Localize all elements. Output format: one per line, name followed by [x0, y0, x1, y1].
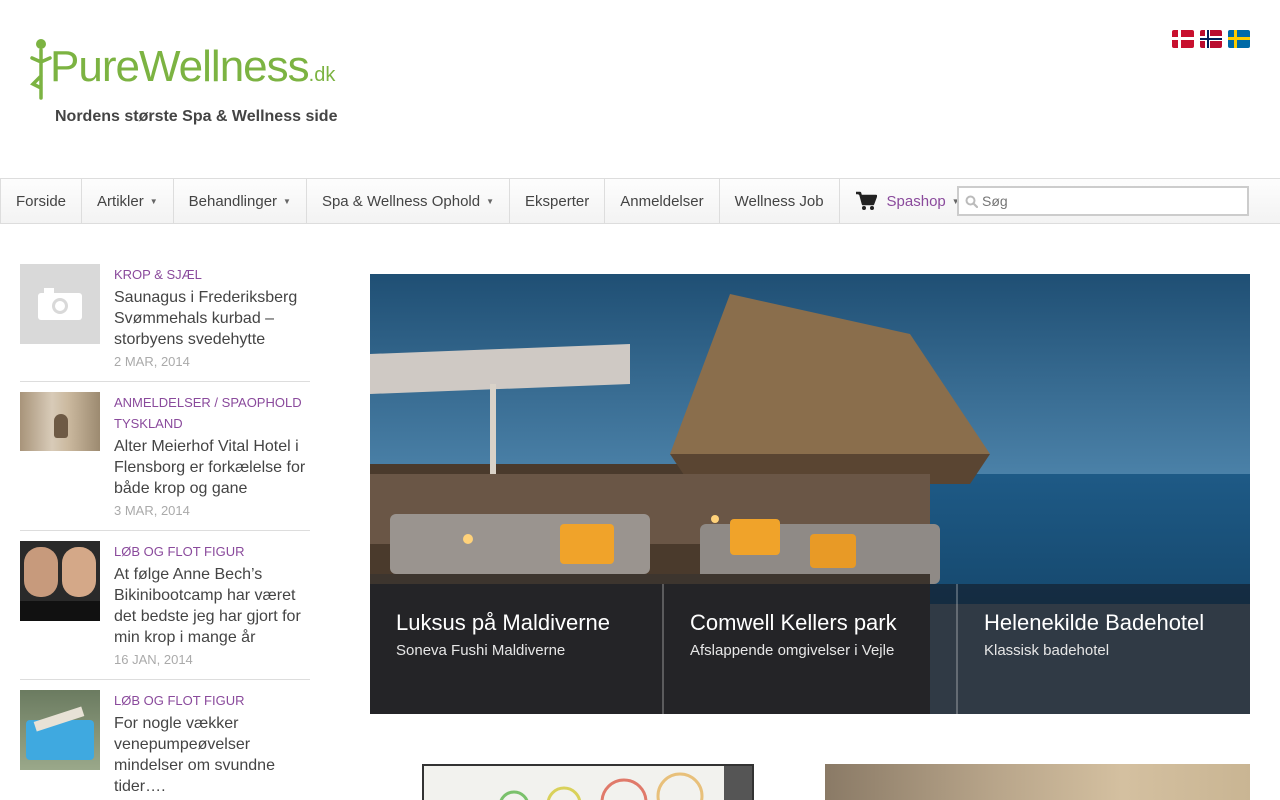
nav-item-behandlinger[interactable]: Behandlinger ▼ — [174, 179, 307, 223]
teaser-image[interactable] — [422, 764, 754, 800]
language-switcher — [1172, 30, 1250, 48]
search-box — [957, 186, 1249, 216]
slide-subtitle: Klassisk badehotel — [984, 642, 1110, 659]
nav-item-label: Wellness Job — [734, 192, 824, 210]
site-tagline: Nordens største Spa & Wellness side — [55, 108, 338, 125]
slide-subtitle: Afslappende omgivelser i Vejle — [690, 642, 895, 659]
search-input[interactable] — [982, 193, 1232, 209]
main-navigation: Forside Artikler ▼ Behandlinger ▼ Spa & We… — [0, 178, 1280, 224]
slide-tab[interactable]: Helenekilde Badehotel Klassisk badehotel — [958, 584, 1250, 714]
shopping-cart-icon — [855, 191, 877, 210]
post-date: 16 Jan, 2014 — [114, 652, 193, 667]
post-category[interactable]: Krop & Sjæl — [114, 264, 310, 285]
post-title[interactable]: For nogle vækker venepumpeøvelser mindel… — [114, 713, 310, 797]
se-flag-icon[interactable] — [1228, 30, 1250, 48]
nav-item-artikler[interactable]: Artikler ▼ — [82, 179, 174, 223]
recent-posts-list: Krop & Sjæl Saunagus i Frederiksberg Svø… — [20, 264, 310, 800]
post-thumbnail[interactable] — [20, 541, 100, 621]
nav-item-wellness-job[interactable]: Wellness Job — [720, 179, 840, 223]
nav-item-eksperter[interactable]: Eksperter — [510, 179, 606, 223]
nav-item-forside[interactable]: Forside — [0, 179, 83, 223]
caret-down-icon: ▼ — [486, 196, 495, 206]
teaser-graphic — [499, 766, 752, 800]
nav-item-spa-wellness-ophold[interactable]: Spa & Wellness Ophold ▼ — [307, 179, 511, 223]
nav-item-label: Behandlinger — [188, 192, 278, 210]
list-item: Løb og flot figur At følge Anne Bech’s B… — [20, 541, 310, 680]
nav-item-anmeldelser[interactable]: Anmeldelser — [605, 179, 720, 223]
list-item: Anmeldelser / Spaophold Tyskland Alter M… — [20, 392, 310, 531]
dk-flag-icon[interactable] — [1172, 30, 1194, 48]
nav-item-label: Spa & Wellness Ophold — [321, 192, 481, 210]
slide-tab[interactable]: Comwell Kellers park Afslappende omgivel… — [664, 584, 958, 714]
search-icon — [965, 195, 978, 208]
yoga-figure-icon — [30, 39, 52, 100]
post-title[interactable]: Alter Meierhof Vital Hotel i Flensborg e… — [114, 436, 310, 499]
post-date: 3 Mar, 2014 — [114, 503, 190, 518]
logo-tld: .dk — [308, 64, 336, 86]
logo-name: PureWellness — [50, 42, 310, 91]
teaser-image[interactable] — [825, 764, 1250, 800]
slide-tab[interactable]: Luksus på Maldiverne Soneva Fushi Maldiv… — [370, 584, 664, 714]
post-thumbnail[interactable] — [20, 264, 100, 344]
slide-title: Luksus på Maldiverne — [396, 610, 611, 635]
caret-down-icon: ▼ — [149, 196, 158, 206]
post-title[interactable]: At følge Anne Bech’s Bikinibootcamp har … — [114, 564, 310, 648]
caret-down-icon: ▼ — [283, 196, 291, 206]
list-item: Krop & Sjæl Saunagus i Frederiksberg Svø… — [20, 264, 310, 382]
nav-item-label: Artikler — [97, 192, 144, 210]
post-thumbnail[interactable] — [20, 690, 100, 770]
site-logo[interactable]: PureWellness.dk — [28, 36, 348, 102]
post-thumbnail[interactable] — [20, 392, 100, 451]
featured-slider[interactable]: Luksus på Maldiverne Soneva Fushi Maldiv… — [370, 274, 1250, 714]
no-flag-icon[interactable] — [1200, 30, 1222, 48]
slide-title: Helenekilde Badehotel — [984, 610, 1205, 635]
slide-subtitle: Soneva Fushi Maldiverne — [396, 642, 566, 659]
post-category[interactable]: Anmeldelser / Spaophold Tyskland — [114, 392, 310, 434]
list-item: Løb og flot figur For nogle vækker venep… — [20, 690, 310, 800]
nav-item-label: Forside — [16, 192, 67, 210]
slider-tabs: Luksus på Maldiverne Soneva Fushi Maldiv… — [370, 584, 1250, 714]
nav-item-label: Eksperter — [525, 192, 590, 210]
nav-item-label: Spashop — [886, 192, 946, 210]
post-date: 2 Mar, 2014 — [114, 354, 190, 369]
nav-item-spashop[interactable]: Spashop ▼ — [840, 179, 975, 223]
post-category[interactable]: Løb og flot figur — [114, 541, 310, 562]
slide-title: Comwell Kellers park — [690, 610, 897, 635]
post-title[interactable]: Saunagus i Frederiksberg Svømmehals kurb… — [114, 287, 310, 350]
camera-placeholder-icon — [38, 288, 82, 320]
nav-item-label: Anmeldelser — [620, 192, 704, 210]
post-category[interactable]: Løb og flot figur — [114, 690, 310, 711]
